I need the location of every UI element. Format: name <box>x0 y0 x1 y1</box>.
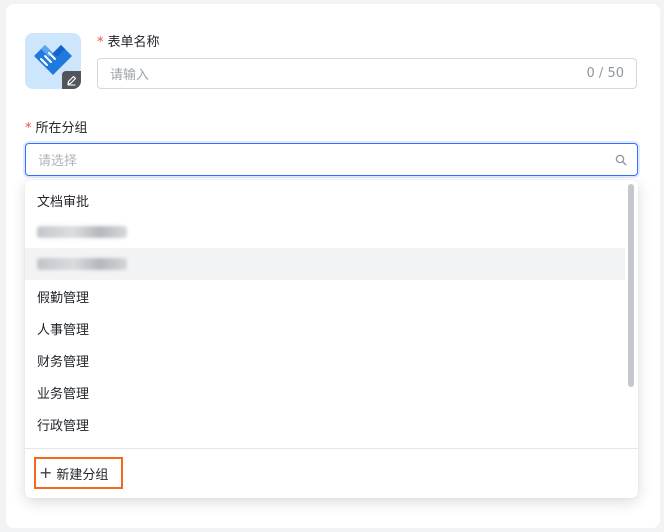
dropdown-option[interactable]: 业务管理 <box>25 376 625 408</box>
required-mark: * <box>25 121 32 136</box>
required-mark: * <box>97 35 104 50</box>
dropdown-option[interactable]: 假勤管理 <box>25 280 625 312</box>
dropdown-scrollbar[interactable] <box>628 184 634 387</box>
dropdown-option[interactable]: 人事管理 <box>25 312 625 344</box>
char-counter: 0 / 50 <box>586 66 624 81</box>
pencil-icon <box>67 75 77 85</box>
dropdown-option[interactable]: 行政管理 <box>25 408 625 440</box>
redacted-text <box>37 258 127 270</box>
group-select[interactable]: 请选择 <box>25 143 638 176</box>
form-name-label: * 表单名称 <box>97 35 160 50</box>
dropdown-option[interactable]: 财务管理 <box>25 344 625 376</box>
dropdown-option-redacted[interactable] <box>25 248 625 280</box>
group-dropdown: 文档审批 假勤管理 人事管理 财务管理 业务管理 行政管理 + 新建分组 <box>25 180 638 498</box>
new-group-button[interactable]: + 新建分组 <box>34 457 123 489</box>
form-name-input[interactable]: 请输入 0 / 50 <box>97 58 637 89</box>
dropdown-option-redacted[interactable] <box>25 216 625 248</box>
plus-icon: + <box>39 463 53 482</box>
edit-icon-button[interactable] <box>62 71 81 89</box>
group-label: * 所在分组 <box>25 121 88 136</box>
dropdown-divider <box>25 448 638 449</box>
search-icon <box>615 154 627 165</box>
dropdown-option[interactable]: 文档审批 <box>25 184 625 216</box>
form-name-placeholder: 请输入 <box>110 68 150 83</box>
redacted-text <box>37 226 127 238</box>
group-select-placeholder: 请选择 <box>38 154 78 169</box>
